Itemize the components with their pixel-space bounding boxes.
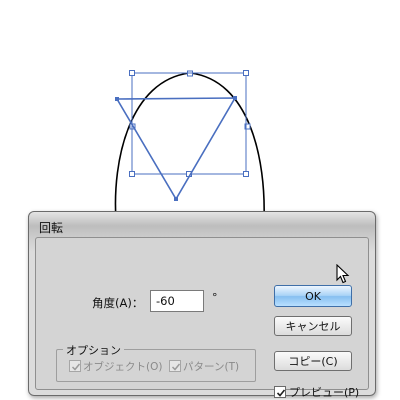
checkbox-checked-icon bbox=[69, 360, 81, 372]
options-group-title: オプション bbox=[63, 342, 124, 358]
object-checkbox[interactable]: オブジェクト(O) bbox=[69, 358, 162, 374]
mouse-cursor-icon bbox=[336, 264, 350, 284]
preview-checkbox[interactable]: プレビュー(P) bbox=[274, 384, 359, 400]
dialog-body: 角度(A)： ° オプション オブジェクト(O) パターン(T) OK キャンセ… bbox=[35, 237, 369, 399]
options-group: オプション オブジェクト(O) パターン(T) bbox=[56, 342, 256, 382]
triangle-anchor[interactable] bbox=[174, 197, 178, 201]
checkbox-checked-icon bbox=[169, 360, 181, 372]
object-checkbox-label: オブジェクト(O) bbox=[83, 360, 163, 373]
triangle-anchor[interactable] bbox=[115, 97, 119, 101]
rotate-dialog: 回転 角度(A)： ° オプション オブジェクト(O) パターン(T) OK キ… bbox=[28, 211, 376, 399]
cancel-button[interactable]: キャンセル bbox=[274, 316, 352, 336]
pattern-checkbox[interactable]: パターン(T) bbox=[169, 358, 239, 374]
ok-button[interactable]: OK bbox=[274, 285, 352, 307]
bounding-handle[interactable] bbox=[129, 70, 135, 76]
bounding-handle[interactable] bbox=[129, 171, 135, 177]
checkbox-checked-icon bbox=[274, 386, 286, 398]
bounding-handle[interactable] bbox=[243, 171, 249, 177]
angle-input[interactable] bbox=[150, 290, 204, 312]
copy-button[interactable]: コピー(C) bbox=[274, 351, 352, 371]
pattern-checkbox-label: パターン(T) bbox=[183, 360, 240, 373]
ellipse-shape[interactable] bbox=[114, 72, 265, 221]
triangle-anchor[interactable] bbox=[233, 96, 237, 100]
preview-checkbox-label: プレビュー(P) bbox=[289, 386, 360, 399]
dialog-title: 回転 bbox=[39, 221, 64, 235]
bounding-handle[interactable] bbox=[243, 70, 249, 76]
degree-symbol: ° bbox=[212, 291, 218, 304]
angle-label: 角度(A)： bbox=[92, 296, 144, 310]
bounding-box[interactable] bbox=[131, 72, 247, 175]
